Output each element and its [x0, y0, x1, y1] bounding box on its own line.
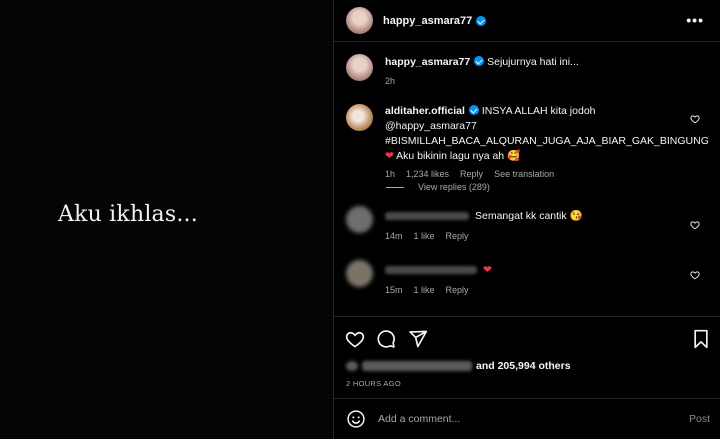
liker-name-blurred: [362, 361, 472, 371]
see-translation-link[interactable]: See translation: [494, 169, 554, 179]
caption-username[interactable]: happy_asmara77: [385, 56, 470, 68]
comment-time: 1h: [385, 169, 396, 179]
view-replies-label: View replies (289): [418, 182, 490, 192]
more-options-icon[interactable]: •••: [686, 12, 704, 28]
comment-likes-count[interactable]: 1,234 likes: [406, 169, 449, 179]
post-modal: Aku ikhlas... happy_asmara77 ••• happy_a…: [0, 0, 720, 439]
comment-like-heart-icon[interactable]: [690, 114, 700, 124]
comment-item: ❤ 15m 1 like Reply: [346, 260, 708, 295]
author-username[interactable]: happy_asmara77: [383, 15, 472, 27]
post-timestamp: 2 HOURS AGO: [346, 379, 401, 388]
heart-icon[interactable]: [345, 329, 365, 349]
verified-badge-icon: [476, 15, 487, 26]
bookmark-icon[interactable]: [692, 329, 710, 349]
comment-time: 15m: [385, 285, 403, 295]
emoji-icon[interactable]: [346, 409, 366, 429]
comment-icon[interactable]: [376, 329, 396, 349]
comment-input[interactable]: [378, 413, 658, 425]
post-media[interactable]: Aku ikhlas...: [0, 0, 333, 439]
likes-count-text: and 205,994 others: [476, 360, 571, 372]
comment-like-heart-icon[interactable]: [690, 270, 700, 280]
comment-text-2: Aku bikinin lagu nya ah: [396, 150, 505, 162]
comment-reply-button[interactable]: Reply: [446, 231, 469, 241]
comment-text: Semangat kk cantik: [475, 210, 567, 222]
share-icon[interactable]: [408, 329, 428, 349]
commenter-username-blurred[interactable]: [385, 212, 469, 221]
comment-item: Semangat kk cantik 😘 14m 1 like Reply: [346, 206, 708, 241]
view-replies-button[interactable]: View replies (289): [386, 182, 490, 192]
commenter-avatar[interactable]: [346, 206, 373, 233]
author-avatar[interactable]: [346, 7, 373, 34]
comment-time: 14m: [385, 231, 403, 241]
caption-text: Sejujurnya hati ini...: [487, 56, 579, 68]
comment-reply-button[interactable]: Reply: [446, 285, 469, 295]
caption: happy_asmara77 Sejujurnya hati ini... 2h: [346, 54, 708, 86]
heart-emoji-icon: ❤: [385, 150, 394, 162]
post-header: happy_asmara77 •••: [334, 0, 720, 42]
caption-avatar[interactable]: [346, 54, 373, 81]
commenter-avatar[interactable]: [346, 260, 373, 287]
commenter-username[interactable]: alditaher.official: [385, 105, 465, 117]
likes-summary[interactable]: and 205,994 others: [346, 360, 571, 372]
verified-badge-icon: [474, 56, 485, 66]
caption-time: 2h: [385, 76, 396, 86]
comment-emoji: 😘: [569, 210, 583, 222]
comment-like-heart-icon[interactable]: [690, 220, 700, 230]
comment-likes-count[interactable]: 1 like: [414, 285, 435, 295]
comment-composer: Post: [334, 398, 720, 439]
heart-emoji-icon: ❤: [483, 264, 492, 276]
comment-reply-button[interactable]: Reply: [460, 169, 483, 179]
comment-emoji: 🥰: [507, 150, 521, 162]
commenter-username-blurred[interactable]: [385, 266, 477, 275]
post-action-bar: [334, 316, 720, 360]
commenter-avatar[interactable]: [346, 104, 373, 131]
comment-likes-count[interactable]: 1 like: [414, 231, 435, 241]
media-overlay-text: Aku ikhlas...: [58, 202, 198, 227]
verified-badge-icon: [468, 105, 479, 115]
liker-avatar-blurred: [346, 361, 358, 371]
post-side-panel: happy_asmara77 ••• happy_asmara77 Sejuju…: [333, 0, 720, 439]
post-comment-button[interactable]: Post: [689, 413, 710, 425]
replies-divider: [386, 186, 404, 188]
comment-item: alditaher.official INSYA ALLAH kita jodo…: [346, 104, 709, 179]
